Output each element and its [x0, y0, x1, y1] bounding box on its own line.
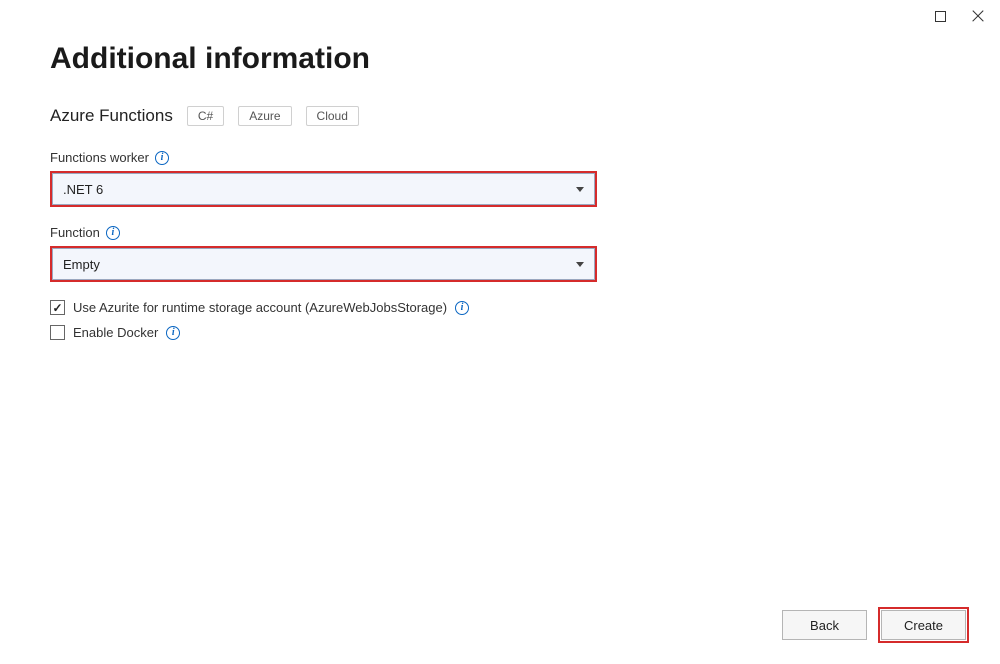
functions-worker-value: .NET 6 — [63, 182, 103, 197]
create-button[interactable]: Create — [881, 610, 966, 640]
template-header: Azure Functions C# Azure Cloud — [50, 106, 950, 126]
chevron-down-icon — [576, 187, 584, 192]
back-button[interactable]: Back — [782, 610, 867, 640]
maximize-icon — [935, 11, 946, 22]
docker-checkbox-label: Enable Docker — [73, 325, 158, 340]
function-select[interactable]: Empty — [52, 248, 595, 280]
azurite-checkbox[interactable] — [50, 300, 65, 315]
page-title: Additional information — [50, 42, 950, 76]
info-icon[interactable] — [166, 326, 180, 340]
function-field-highlight: Empty — [50, 246, 597, 282]
functions-worker-label: Functions worker — [50, 150, 149, 165]
chevron-down-icon — [576, 262, 584, 267]
info-icon[interactable] — [106, 226, 120, 240]
tag-cloud: Cloud — [306, 106, 359, 126]
info-icon[interactable] — [155, 151, 169, 165]
template-name: Azure Functions — [50, 106, 173, 126]
docker-checkbox[interactable] — [50, 325, 65, 340]
maximize-button[interactable] — [932, 8, 948, 24]
function-value: Empty — [63, 257, 100, 272]
functions-worker-field-highlight: .NET 6 — [50, 171, 597, 207]
close-icon — [971, 9, 985, 23]
tag-csharp: C# — [187, 106, 224, 126]
azurite-checkbox-label: Use Azurite for runtime storage account … — [73, 300, 447, 315]
tag-azure: Azure — [238, 106, 291, 126]
function-label: Function — [50, 225, 100, 240]
close-button[interactable] — [970, 8, 986, 24]
functions-worker-select[interactable]: .NET 6 — [52, 173, 595, 205]
info-icon[interactable] — [455, 301, 469, 315]
